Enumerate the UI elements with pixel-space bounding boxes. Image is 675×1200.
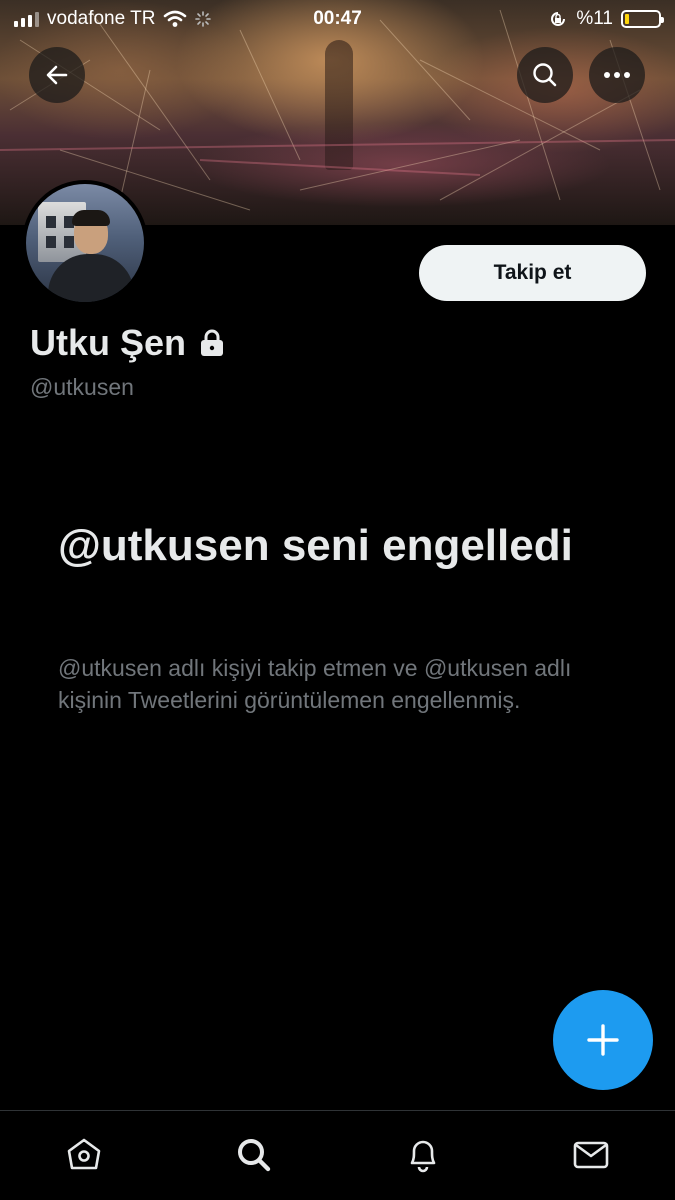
- cellular-signal-icon: [14, 11, 39, 27]
- lock-icon: [201, 329, 224, 356]
- display-name: Utku Şen: [30, 322, 187, 363]
- search-icon: [238, 1139, 271, 1172]
- mail-icon: [573, 1141, 609, 1169]
- search-button[interactable]: [517, 47, 573, 103]
- battery-icon: [621, 10, 664, 28]
- back-button[interactable]: [29, 47, 85, 103]
- compose-tweet-button[interactable]: [553, 990, 653, 1090]
- search-icon: [533, 63, 557, 87]
- carrier-name: vodafone TR: [47, 8, 156, 29]
- more-options-button[interactable]: [589, 47, 645, 103]
- arrow-left-icon: [46, 65, 68, 85]
- bell-icon: [410, 1140, 436, 1173]
- wifi-icon: [164, 10, 187, 27]
- profile-handle: @utkusen: [30, 374, 134, 400]
- nav-messages[interactable]: [569, 1133, 613, 1177]
- profile-screen: vodafone TR 00:47 %11 Takip et Utku Şen …: [0, 0, 675, 1200]
- avatar[interactable]: [22, 180, 148, 306]
- home-icon: [67, 1138, 101, 1170]
- nav-notifications[interactable]: [401, 1133, 445, 1177]
- blocked-description: @utkusen adlı kişiyi takip etmen ve @utk…: [58, 655, 572, 713]
- status-bar: vodafone TR 00:47 %11: [0, 0, 675, 38]
- battery-level-fill: [625, 14, 629, 24]
- plus-icon: [587, 1024, 619, 1056]
- loading-spinner-icon: [195, 11, 212, 27]
- follow-button[interactable]: Takip et: [419, 245, 646, 301]
- battery-percent: %11: [576, 8, 613, 29]
- nav-home[interactable]: [62, 1133, 106, 1177]
- bottom-navigation: [0, 1110, 675, 1200]
- orientation-lock-icon: [551, 12, 566, 26]
- more-dots-icon: [604, 72, 630, 78]
- blocked-title: @utkusen seni engelledi: [58, 521, 573, 570]
- profile-name-row: Utku Şen: [30, 322, 226, 364]
- nav-search[interactable]: [232, 1133, 276, 1177]
